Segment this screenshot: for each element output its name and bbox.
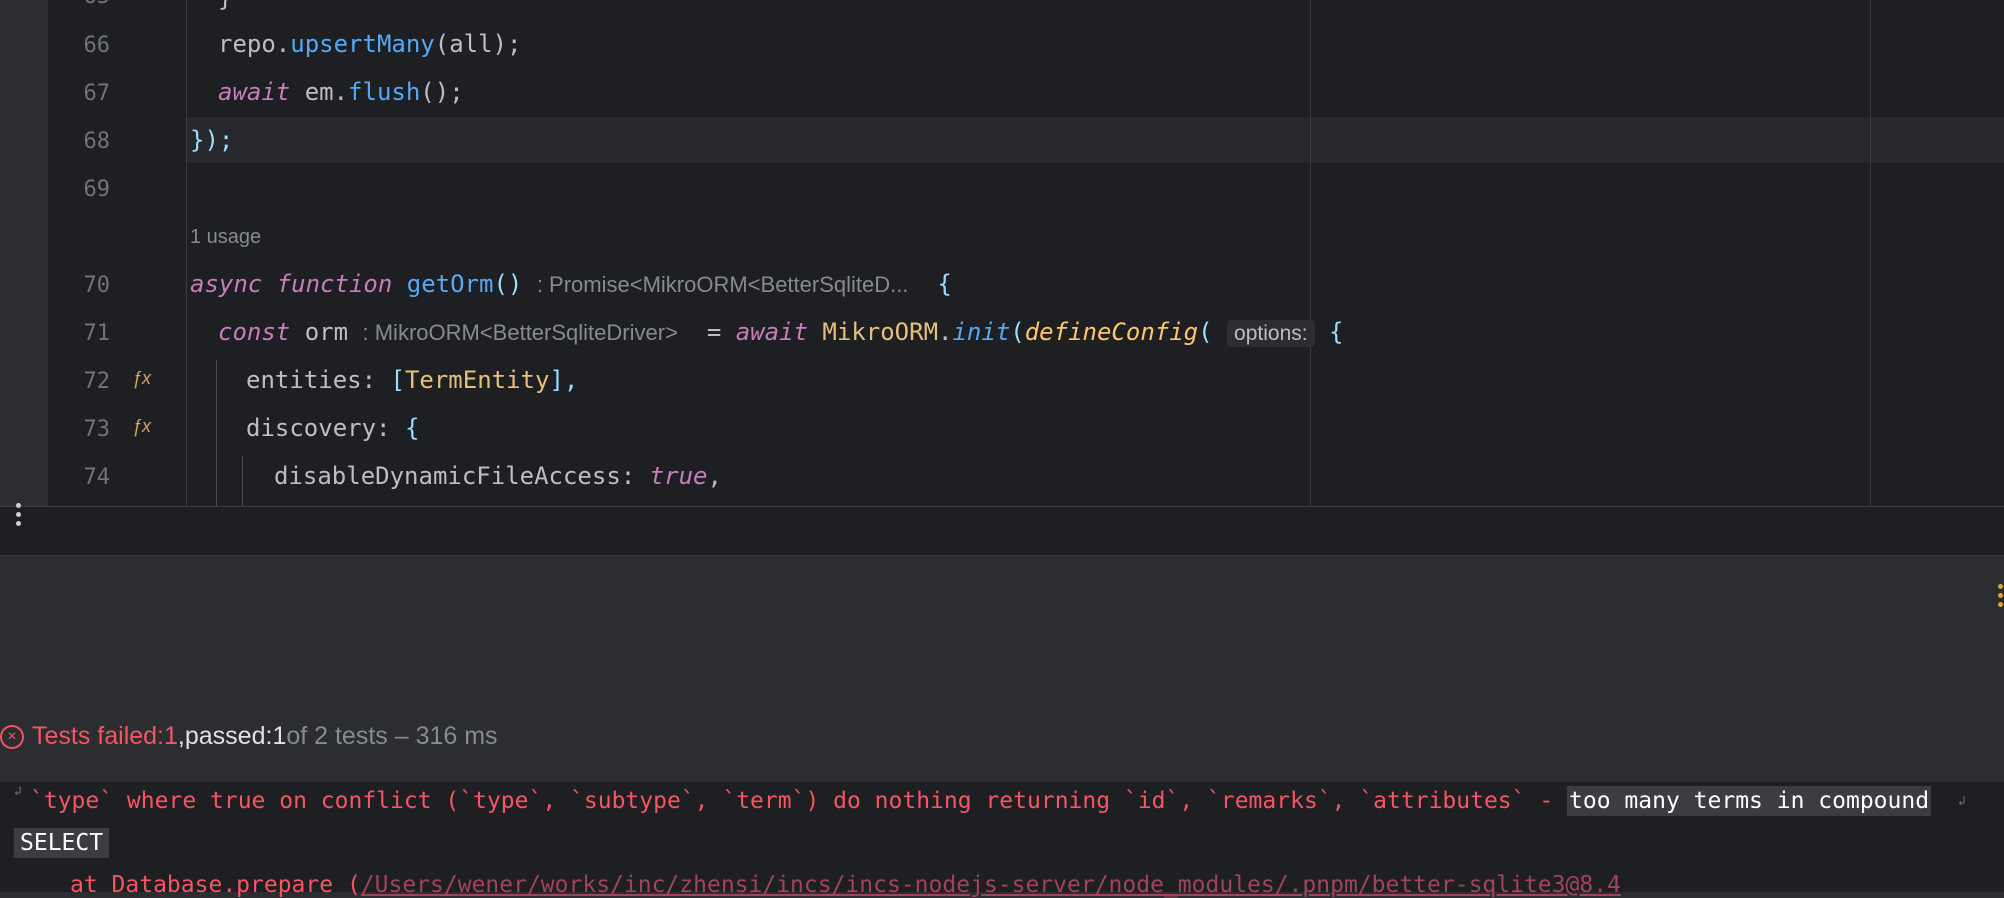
separator: , — [177, 722, 185, 750]
more-options-icon[interactable] — [1998, 584, 2004, 614]
editor-left-strip — [0, 0, 49, 506]
code-editor[interactable]: 65 66 67 68 69 70 71 72 73 74 ƒx ƒx } re… — [0, 0, 2004, 506]
error-highlight: too many terms in compound — [1567, 786, 1932, 816]
wrap-margin-guide — [1870, 0, 1871, 506]
passed-label: passed: — [184, 722, 273, 750]
failed-count: 1 — [164, 722, 178, 750]
code-line: const orm : MikroORM<BetterSqliteDriver>… — [218, 318, 1344, 347]
usage-hint[interactable]: 1 usage — [190, 226, 261, 249]
line-number: 74 — [83, 465, 111, 490]
file-path-link[interactable]: /Users/wener/works/inc/zhensi/incs/incs-… — [361, 872, 1621, 898]
console-output[interactable]: ↲ `type` where true on conflict (`type`,… — [0, 782, 2004, 898]
error-circle-icon: × — [0, 724, 24, 749]
right-margin-guide — [1310, 0, 1311, 506]
code-line: repo.upsertMany(all); — [218, 30, 522, 58]
wrap-icon: ↲ — [14, 784, 22, 799]
fx-icon[interactable]: ƒx — [132, 368, 151, 389]
code-line: await em.flush(); — [218, 78, 464, 106]
passed-count: 1 — [272, 722, 287, 750]
current-line-highlight — [48, 117, 2004, 163]
indent-guide — [216, 360, 217, 506]
code-line: async function getOrm() : Promise<MikroO… — [190, 270, 952, 298]
line-number: 71 — [83, 321, 111, 346]
code-line: disableDynamicFileAccess: true, — [274, 462, 722, 490]
line-number: 69 — [83, 177, 111, 202]
console-line: `type` where true on conflict (`type`, `… — [30, 786, 1932, 816]
line-number: 66 — [83, 33, 111, 58]
console-line: at Database.prepare (/Users/wener/works/… — [70, 872, 1621, 898]
line-number: 67 — [83, 81, 111, 106]
type-hint: : MikroORM<BetterSqliteDriver> — [362, 320, 678, 345]
code-line: entities: [TermEntity], — [246, 366, 579, 394]
parameter-hint: options: — [1227, 320, 1315, 347]
code-line: discovery: { — [246, 414, 420, 442]
code-line: }); — [190, 126, 234, 154]
code-line: } — [218, 0, 232, 12]
run-panel-toolbar — [0, 555, 2004, 639]
type-hint: : Promise<MikroORM<BetterSqliteD... — [536, 272, 909, 297]
failed-label: Tests failed: — [32, 722, 165, 750]
more-options-icon[interactable] — [16, 503, 22, 533]
console-line: SELECT — [14, 828, 110, 858]
line-number: 68 — [83, 129, 111, 154]
indent-guide — [242, 456, 243, 506]
line-number: 72 — [83, 369, 111, 394]
test-status-line: × Tests failed: 1, passed: 1 of 2 tests … — [0, 722, 498, 751]
line-number: 70 — [83, 273, 111, 298]
fx-icon[interactable]: ƒx — [132, 416, 151, 437]
line-number: 73 — [83, 417, 111, 442]
wrap-icon: ↲ — [1958, 794, 1966, 809]
editor-bottom-bar — [0, 506, 2004, 555]
test-summary: of 2 tests – 316 ms — [286, 722, 498, 750]
line-number: 65 — [48, 0, 111, 9]
